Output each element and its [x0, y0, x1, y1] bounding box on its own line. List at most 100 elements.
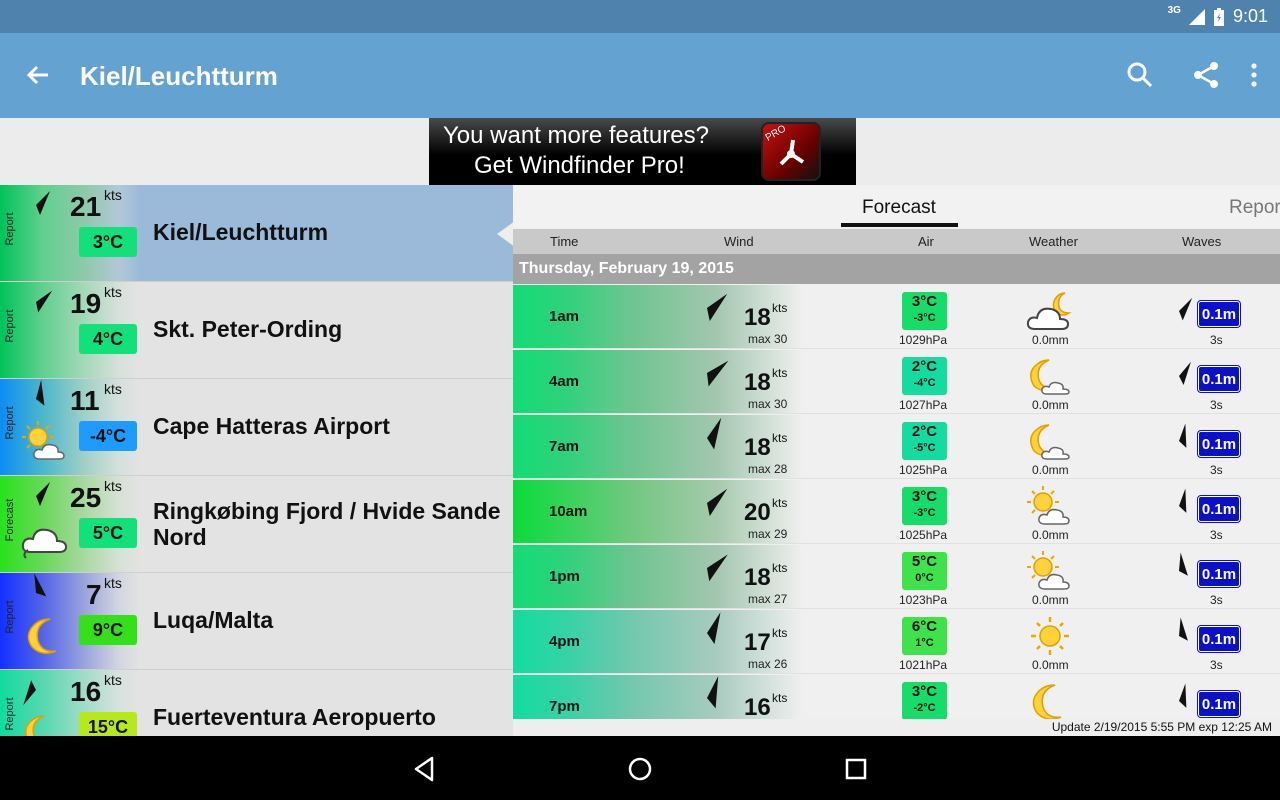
wind-gust: max 30	[748, 397, 788, 411]
favorite-item[interactable]: Report 19 kts 4°C Skt. Peter-Ording	[0, 282, 513, 379]
wind-gust: max 27	[748, 592, 788, 606]
column-header: Time Wind Air Weather Waves	[513, 229, 1280, 254]
pressure: 1025hPa	[899, 463, 948, 477]
cloud-icon	[20, 516, 70, 562]
precipitation: 0.0mm	[1032, 398, 1069, 412]
wind-speed: 25	[70, 482, 102, 513]
wind-speed: 17	[744, 629, 771, 656]
wind-speed: 16	[744, 694, 771, 719]
pressure: 1021hPa	[899, 658, 948, 672]
station-type-label: Report	[4, 212, 16, 246]
air-temp: 2°C	[911, 423, 938, 440]
forecast-row: 10am 20 kts max 29 3°C -3°C 1025hPa 0.0mm 0.1m 3s	[513, 479, 1280, 544]
pressure: 1027hPa	[899, 398, 948, 412]
wind-speed: 11	[70, 385, 100, 416]
wind-unit: kts	[772, 561, 788, 575]
temperature-badge: 3°C	[79, 227, 137, 257]
tab-bar: Forecast Repor	[513, 185, 1280, 228]
wind-speed: 18	[744, 564, 771, 591]
favorite-item[interactable]: Forecast 25 kts 5°C Ringkøbing Fjord / Hvide…	[0, 476, 513, 573]
favorite-item[interactable]: Report 11 kts -4°C Cape Hatteras Airport	[0, 379, 513, 476]
wave-direction-arrow-icon	[1172, 488, 1187, 524]
wind-unit: kts	[104, 478, 122, 494]
wind-unit: kts	[772, 366, 788, 380]
page-title: Kiel/Leuchtturm	[80, 61, 278, 91]
forecast-row: 7am 18 kts max 28 2°C -5°C 1025hPa 0.0mm 0.1m 3s	[513, 414, 1280, 479]
precipitation: 0.0mm	[1032, 593, 1069, 607]
temperature-badge: -4°C	[79, 421, 137, 451]
tab-forecast[interactable]: Forecast	[862, 197, 936, 219]
wind-speed: 21	[70, 191, 102, 222]
wind-unit: kts	[104, 381, 122, 397]
wave-direction-arrow-icon	[1177, 617, 1188, 655]
wind-speed: 18	[744, 434, 771, 461]
moon-icon	[20, 613, 70, 659]
wind-unit: kts	[104, 575, 122, 591]
app-bar: Kiel/Leuchtturm	[0, 33, 1280, 118]
spot-name: Luqa/Malta	[153, 607, 274, 633]
selection-pointer	[497, 221, 515, 247]
nav-recents-icon[interactable]	[841, 754, 871, 784]
favorite-item[interactable]: Report 7 kts 9°C Luqa/Malta	[0, 573, 513, 670]
station-type-label: Report	[4, 406, 16, 440]
air-temp-badge: 3°C -2°C	[902, 682, 947, 719]
forecast-time: 7pm	[549, 698, 580, 715]
status-bar: 3G 9:01	[0, 0, 1280, 33]
feels-like-temp: 0°C	[915, 572, 934, 584]
wave-period: 3s	[1210, 398, 1223, 412]
forecast-rows: 1am 18 kts max 30 3°C -3°C 1029hPa 0.0mm 0.1m 3s 4…	[513, 284, 1280, 719]
wind-direction-arrow-icon	[19, 290, 53, 314]
sun-cloud-icon	[1025, 484, 1075, 526]
nav-home-icon[interactable]	[625, 754, 655, 784]
wind-direction-arrow-icon	[686, 293, 728, 323]
favorite-item[interactable]: Report 21 kts 3°C Kiel/Leuchtturm	[0, 185, 513, 282]
ad-line-2: Get Windfinder Pro!	[474, 152, 685, 179]
share-icon[interactable]	[1190, 59, 1222, 91]
air-temp-badge: 5°C 0°C	[902, 552, 947, 590]
forecast-row: 1pm 18 kts max 27 5°C 0°C 1023hPa 0.0mm 0.1m 3s	[513, 544, 1280, 609]
moon-cloud-icon	[1025, 419, 1075, 461]
air-temp: 5°C	[911, 553, 938, 570]
wind-gust: max 29	[748, 527, 788, 541]
temperature-badge: 9°C	[79, 615, 137, 645]
wind-unit: kts	[104, 284, 122, 300]
nav-back-icon[interactable]	[410, 754, 440, 784]
pro-ad-banner[interactable]: You want more features? Get Windfinder P…	[429, 118, 856, 185]
air-temp-badge: 2°C -4°C	[902, 357, 947, 395]
feels-like-temp: -4°C	[913, 377, 936, 389]
wave-height-badge: 0.1m	[1197, 690, 1241, 718]
tab-report[interactable]: Repor	[1229, 197, 1280, 219]
wind-direction-arrow-icon	[692, 417, 722, 459]
tab-indicator	[841, 223, 958, 227]
forecast-row: 4am 18 kts max 30 2°C -4°C 1027hPa 0.0mm 0.1m 3s	[513, 349, 1280, 414]
wind-unit: kts	[104, 187, 122, 203]
back-arrow-icon[interactable]	[22, 59, 54, 91]
ad-line-1: You want more features?	[443, 122, 709, 149]
wave-direction-arrow-icon	[1172, 423, 1187, 459]
precipitation: 0.0mm	[1032, 333, 1069, 347]
wave-height-badge: 0.1m	[1197, 625, 1241, 653]
wave-direction-arrow-icon	[1172, 683, 1187, 719]
wind-speed: 20	[744, 499, 771, 526]
wind-gust: max 28	[748, 462, 788, 476]
signal-icon	[1188, 8, 1205, 25]
air-temp: 2°C	[911, 358, 938, 375]
search-icon[interactable]	[1124, 59, 1156, 91]
app-root: { "statusbar": { "network": "3G", "time"…	[0, 0, 1280, 800]
feels-like-temp: 1°C	[915, 637, 934, 649]
wave-period: 3s	[1210, 658, 1223, 672]
spot-name: Cape Hatteras Airport	[153, 413, 390, 439]
favorite-item[interactable]: Report 16 kts 15°C Fuerteventura Aeropuerto	[0, 670, 513, 736]
precipitation: 0.0mm	[1032, 658, 1069, 672]
spot-name: Skt. Peter-Ording	[153, 316, 343, 342]
wind-unit: kts	[772, 691, 788, 705]
more-vert-icon[interactable]	[1238, 59, 1270, 91]
wind-speed: 18	[744, 369, 771, 396]
air-temp-badge: 3°C -3°C	[902, 292, 947, 330]
col-weather: Weather	[1029, 234, 1078, 249]
wave-period: 3s	[1210, 528, 1223, 542]
temperature-badge: 5°C	[79, 518, 137, 548]
wave-direction-arrow-icon	[1177, 552, 1188, 590]
pressure: 1023hPa	[899, 593, 948, 607]
wave-height-badge: 0.1m	[1197, 365, 1241, 393]
